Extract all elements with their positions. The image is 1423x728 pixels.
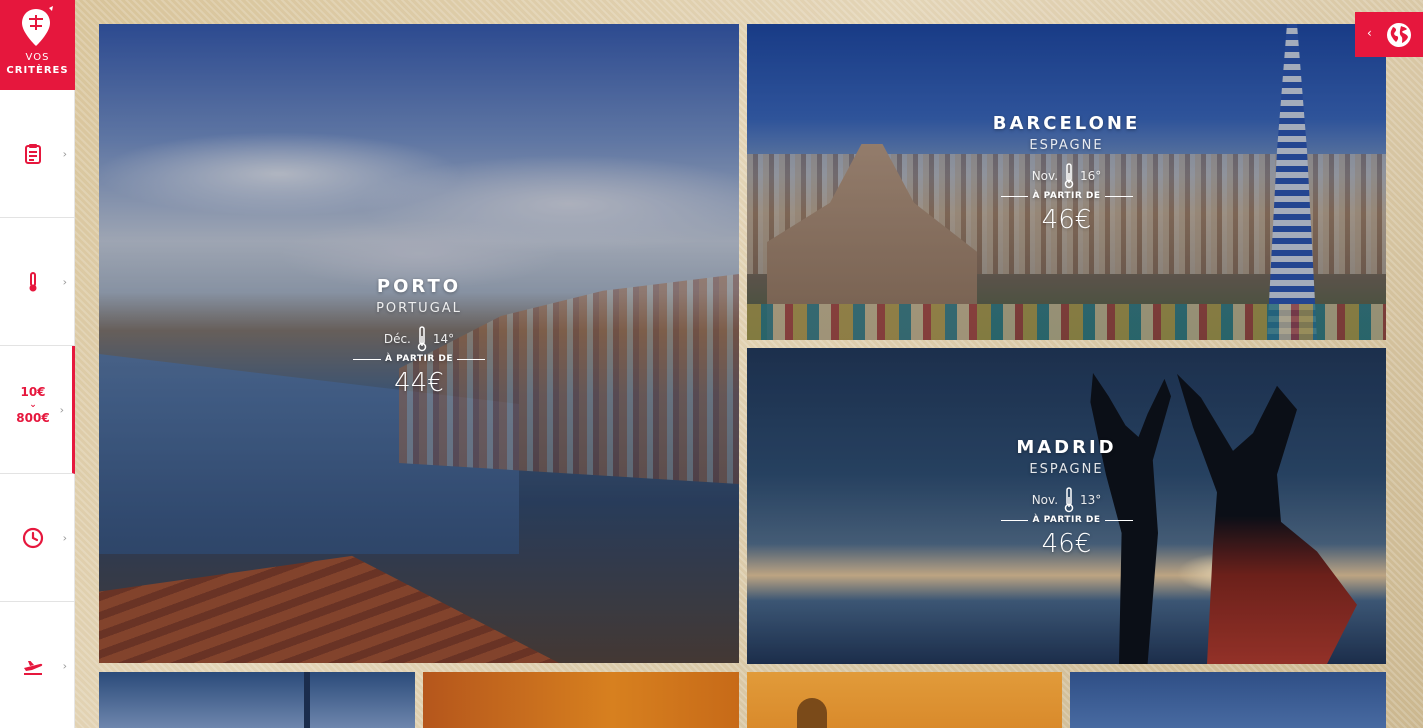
criteria-sidebar: VOS CRITÈRES › › 10€ ⌄ 800€ › › › [0,0,75,728]
destination-weather: Déc. 14° [99,326,739,352]
weather-temperature: 16° [1080,169,1102,183]
from-label: À PARTIR DE [1001,515,1133,525]
chevron-right-icon: › [62,531,67,544]
plane-icon [24,661,43,675]
thermometer-icon [1064,163,1074,189]
destination-card[interactable] [1070,672,1386,728]
destination-card[interactable] [747,672,1062,728]
destination-card[interactable] [423,672,739,728]
globe-icon [1387,23,1411,47]
sidebar-item-price[interactable]: 10€ ⌄ 800€ › [0,346,75,474]
weather-temperature: 13° [1080,493,1102,507]
sidebar-item-activities[interactable]: › [0,90,75,218]
from-label: À PARTIR DE [1001,191,1133,201]
logo-line-2: CRITÈRES [6,65,69,76]
map-toggle-button[interactable]: ‹ [1355,12,1423,57]
destination-city: MADRID [1016,437,1117,458]
destination-city: BARCELONE [992,113,1141,134]
destination-caption: BARCELONE ESPAGNE Nov. 16° À PARTIR DE 4… [747,113,1386,237]
sidebar-item-duration[interactable]: › [0,474,75,602]
destination-weather: Nov. 16° [747,163,1386,189]
map-pin-icon [22,6,53,46]
destinations-grid: PORTO PORTUGAL Déc. 14° À PARTIR DE 44€ … [75,0,1423,728]
destination-country: PORTUGAL [376,301,462,316]
weather-month: Nov. [1031,493,1059,507]
weather-month: Nov. [1031,169,1059,183]
weather-temperature: 14° [432,332,455,346]
destination-country: ESPAGNE [1029,138,1104,153]
destination-price: 44€ [394,368,444,398]
chevron-right-icon: › [62,659,67,673]
thermometer-icon [29,271,37,291]
chevron-down-icon: ⌄ [29,400,37,410]
destination-price: 46€ [1041,205,1092,235]
destination-card-madrid[interactable]: MADRID ESPAGNE Nov. 13° À PARTIR DE 46€ [747,348,1386,664]
thermometer-icon [417,326,427,352]
destination-city: PORTO [376,276,462,297]
thermometer-icon [1064,487,1074,513]
chevron-left-icon: ‹ [1367,26,1372,40]
price-min: 10€ [20,385,46,399]
destination-country: ESPAGNE [1029,462,1104,477]
chevron-right-icon: › [62,147,67,160]
sidebar-item-temperature[interactable]: › [0,218,75,346]
from-label: À PARTIR DE [353,354,485,364]
photo-dome [797,698,827,728]
sidebar-item-departure[interactable]: › [0,602,75,728]
price-max: 800€ [16,411,50,425]
criteria-logo[interactable]: VOS CRITÈRES [0,0,75,90]
chevron-right-icon: › [59,403,64,416]
destination-weather: Nov. 13° [747,487,1386,513]
destination-card-barcelone[interactable]: BARCELONE ESPAGNE Nov. 16° À PARTIR DE 4… [747,24,1386,340]
weather-month: Déc. [383,332,411,346]
clipboard-icon [25,143,41,164]
destination-caption: MADRID ESPAGNE Nov. 13° À PARTIR DE 46€ [747,437,1386,561]
chevron-right-icon: › [62,275,67,288]
price-range: 10€ ⌄ 800€ [0,383,66,427]
destination-price: 46€ [1041,529,1092,559]
destination-caption: PORTO PORTUGAL Déc. 14° À PARTIR DE 44€ [99,276,739,400]
destination-card[interactable] [99,672,415,728]
logo-line-1: VOS [25,52,50,63]
destination-card-porto[interactable]: PORTO PORTUGAL Déc. 14° À PARTIR DE 44€ [99,24,739,663]
clock-icon [22,527,44,548]
photo-tower [304,672,310,728]
